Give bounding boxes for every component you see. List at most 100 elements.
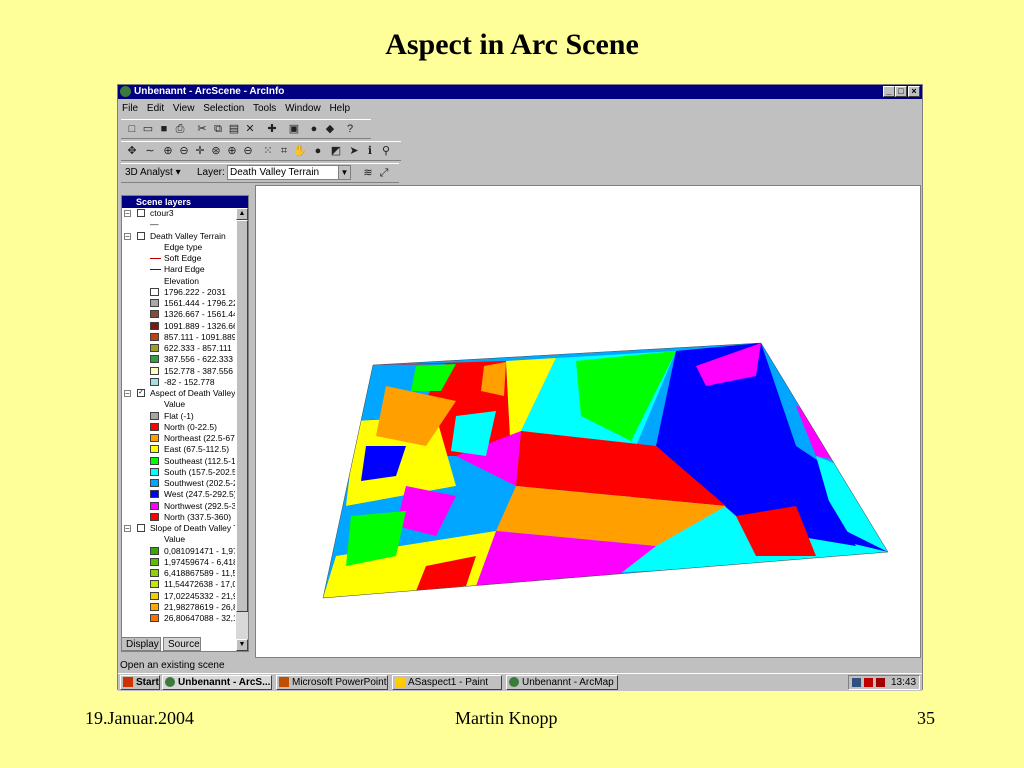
legend-item: 1561.444 - 1796.222 [122, 298, 235, 309]
collapse-icon[interactable]: – [124, 210, 131, 217]
layer-aspect[interactable]: –✓Aspect of Death Valley Te [122, 388, 235, 399]
save-icon[interactable]: ■ [157, 122, 171, 136]
line-of-sight-icon[interactable]: ⤢ [377, 166, 391, 180]
toc-header-label: Scene layers [136, 197, 192, 207]
navigate-icon[interactable]: ✥ [125, 144, 139, 158]
legend-heading: Value [164, 534, 186, 545]
task-powerpoint[interactable]: Microsoft PowerPoint... [276, 675, 388, 690]
menu-file[interactable]: File [122, 103, 138, 114]
tray-antivirus-icon[interactable] [864, 678, 873, 687]
arctoolbox-icon[interactable]: ◆ [323, 122, 337, 136]
task-arcscene[interactable]: Unbenannt - ArcS... [162, 675, 272, 690]
powerpoint-icon [279, 677, 289, 687]
layer-visibility-checkbox[interactable]: ✓ [137, 389, 145, 397]
open-icon[interactable]: ▭ [141, 122, 155, 136]
start-button[interactable]: Start [120, 675, 160, 690]
contour-icon[interactable]: ≋ [361, 166, 375, 180]
zoom-out-icon[interactable]: ⊖ [177, 144, 191, 158]
dropdown-arrow-icon[interactable]: ▼ [338, 166, 350, 179]
legend-item: Hard Edge [122, 264, 235, 275]
menu-view[interactable]: View [173, 103, 195, 114]
windows-logo-icon [123, 677, 133, 687]
collapse-icon[interactable]: – [124, 525, 131, 532]
hand-icon[interactable]: ✋ [293, 144, 307, 158]
legend-item: South (157.5-202.5) [122, 467, 235, 478]
menu-edit[interactable]: Edit [147, 103, 164, 114]
identify-icon[interactable]: ℹ [363, 144, 377, 158]
legend-heading: Value [164, 399, 186, 410]
copy-icon[interactable]: ⧉ [211, 122, 225, 136]
tray-shield-icon[interactable] [876, 678, 885, 687]
task-arcmap[interactable]: Unbenannt - ArcMap ... [506, 675, 618, 690]
legend-item: West (247.5-292.5) [122, 489, 235, 500]
layer-label: Layer: [197, 167, 225, 178]
cut-icon[interactable]: ✂ [195, 122, 209, 136]
legend-item: 1091.889 - 1326.667 [122, 321, 235, 332]
menu-selection[interactable]: Selection [203, 103, 244, 114]
window-titlebar[interactable]: Unbenannt - ArcScene - ArcInfo _ □ × [118, 85, 922, 99]
window-title: Unbenannt - ArcScene - ArcInfo [134, 86, 285, 97]
legend-item: 26,80647088 - 32,171 [122, 613, 235, 624]
layer-visibility-checkbox[interactable] [137, 231, 145, 240]
layer-visibility-checkbox[interactable] [137, 209, 145, 217]
tab-source[interactable]: Source [163, 637, 201, 651]
pointer-icon[interactable]: ➤ [347, 144, 361, 158]
help-icon[interactable]: ? [343, 122, 357, 136]
layer-visibility-checkbox[interactable] [137, 524, 145, 532]
scroll-down-icon[interactable]: ▼ [236, 639, 248, 651]
menu-bar: File Edit View Selection Tools Window He… [122, 101, 356, 117]
zoom-out2-icon[interactable]: ⊖ [241, 144, 255, 158]
legend-item: 1,97459674 - 6,41886 [122, 557, 235, 568]
windows-taskbar: Start Unbenannt - ArcS... Microsoft Powe… [118, 673, 922, 691]
select-icon[interactable]: ◩ [329, 144, 343, 158]
menu-help[interactable]: Help [329, 103, 350, 114]
arcscene-window: Unbenannt - ArcScene - ArcInfo _ □ × Fil… [117, 84, 923, 691]
menu-window[interactable]: Window [285, 103, 321, 114]
globe-icon[interactable]: ● [307, 122, 321, 136]
menu-tools[interactable]: Tools [253, 103, 276, 114]
clock: 13:43 [891, 677, 917, 688]
fly-icon[interactable]: ∼ [143, 144, 157, 158]
legend-line: — [150, 219, 159, 230]
layer-ctour3[interactable]: – ctour3 [122, 208, 235, 219]
pan-icon[interactable]: ✛ [193, 144, 207, 158]
scene-layers-panel: Scene layers – ctour3 — – Death Valley Ter… [121, 195, 249, 652]
full-extent-icon[interactable]: ⁙ [261, 144, 275, 158]
task-paint[interactable]: ASaspect1 - Paint [392, 675, 502, 690]
collapse-icon[interactable]: – [124, 232, 131, 240]
legend-item: East (67.5-112.5) [122, 444, 235, 455]
paste-icon[interactable]: ▤ [227, 122, 241, 136]
legend-item: 387.556 - 622.333 [122, 354, 235, 365]
scroll-thumb[interactable] [236, 220, 248, 612]
zoom-in2-icon[interactable]: ⊕ [225, 144, 239, 158]
collapse-icon[interactable]: – [124, 390, 131, 397]
layer-dropdown[interactable]: Death Valley Terrain ▼ [227, 165, 351, 180]
footer-date: 19.Januar.2004 [85, 708, 194, 728]
layer-death-valley-terrain[interactable]: – Death Valley Terrain [122, 231, 235, 242]
close-button[interactable]: × [908, 86, 920, 97]
new-icon[interactable]: □ [125, 122, 139, 136]
legend-item: Southeast (112.5-157. [122, 456, 235, 467]
add-data-icon[interactable]: ✚ [265, 122, 279, 136]
toc-header: Scene layers [122, 196, 248, 208]
toc-scrollbar[interactable]: ▲ ▼ [236, 208, 248, 651]
zoom-in-icon[interactable]: ⊕ [161, 144, 175, 158]
delete-icon[interactable]: ✕ [243, 122, 257, 136]
globe2-icon[interactable]: ● [311, 144, 325, 158]
zoom-in-out-icon[interactable]: ⊛ [209, 144, 223, 158]
minimize-button[interactable]: _ [883, 86, 895, 97]
layer-slope[interactable]: –Slope of Death Valley Ter [122, 523, 235, 534]
maximize-button[interactable]: □ [895, 86, 907, 97]
tray-network-icon[interactable] [852, 678, 861, 687]
scene-viewer[interactable] [255, 185, 921, 658]
tab-display[interactable]: Display [121, 637, 161, 651]
legend-item: Southwest (202.5-247 [122, 478, 235, 489]
status-bar: Open an existing scene [120, 659, 920, 673]
scene-icon[interactable]: ▣ [287, 122, 301, 136]
legend-item: Northeast (22.5-67.5) [122, 433, 235, 444]
extent-icon[interactable]: ⌗ [277, 144, 291, 158]
scroll-up-icon[interactable]: ▲ [236, 208, 248, 220]
print-icon[interactable]: ⎙ [173, 122, 187, 136]
find-icon[interactable]: ⚲ [379, 144, 393, 158]
3d-analyst-menu[interactable]: 3D Analyst ▾ [125, 166, 181, 180]
